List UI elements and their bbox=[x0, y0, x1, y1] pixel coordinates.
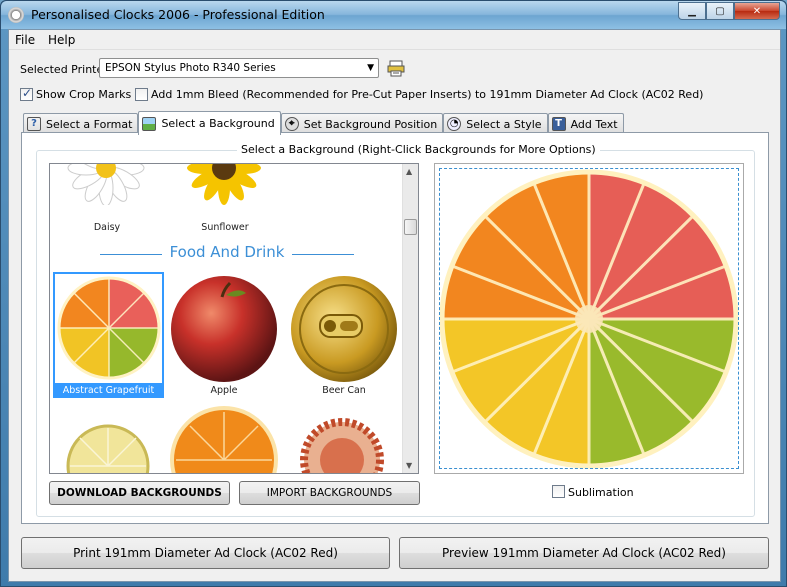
app-window: Personalised Clocks 2006 - Professional … bbox=[0, 0, 787, 587]
menu-bar: File Help bbox=[9, 30, 780, 50]
image-icon bbox=[142, 116, 157, 131]
import-backgrounds-button[interactable]: IMPORT BACKGROUNDS bbox=[239, 481, 420, 505]
tab-add-text[interactable]: T Add Text bbox=[547, 113, 624, 134]
crop-marks-checkbox[interactable] bbox=[20, 86, 33, 101]
orange-thumbnail[interactable] bbox=[170, 406, 278, 474]
bleed-label: Add 1mm Bleed (Recommended for Pre-Cut P… bbox=[151, 88, 704, 101]
tab-select-format[interactable]: ? Select a Format bbox=[23, 113, 139, 134]
printer-value: EPSON Stylus Photo R340 Series bbox=[105, 62, 276, 74]
apple-label: Apple bbox=[210, 385, 238, 396]
background-panel: Select a Background (Right-Click Backgro… bbox=[21, 132, 769, 524]
background-gallery[interactable]: Daisy Sunflower Food And Drink Abstract … bbox=[49, 163, 419, 474]
sunflower-label: Sunflower bbox=[201, 222, 249, 233]
tab-label: Set Background Position bbox=[303, 117, 438, 131]
tab-label: Select a Format bbox=[46, 117, 133, 131]
maximize-button[interactable]: ▢ bbox=[706, 2, 734, 20]
preview-clock-label: Preview 191mm Diameter Ad Clock (AC02 Re… bbox=[442, 546, 726, 560]
sublimation-label: Sublimation bbox=[568, 486, 634, 499]
preview-clock-button[interactable]: Preview 191mm Diameter Ad Clock (AC02 Re… bbox=[399, 537, 769, 569]
client-area: File Help Selected Printer EPSON Stylus … bbox=[8, 29, 781, 582]
sublimation-checkbox[interactable] bbox=[552, 485, 565, 498]
background-group: Select a Background (Right-Click Backgro… bbox=[36, 143, 755, 517]
daisy-label: Daisy bbox=[93, 222, 121, 233]
close-button[interactable]: ✕ bbox=[734, 2, 780, 20]
menu-file[interactable]: File bbox=[15, 33, 35, 47]
tab-set-background-position[interactable]: ⌖ Set Background Position bbox=[280, 113, 444, 134]
help-icon: ? bbox=[27, 117, 41, 131]
tab-strip: ? Select a Format Select a Background ⌖ … bbox=[23, 111, 624, 135]
download-backgrounds-button[interactable]: DOWNLOAD BACKGROUNDS bbox=[49, 481, 230, 505]
bleed-checkbox[interactable] bbox=[135, 88, 148, 101]
scroll-thumb[interactable] bbox=[404, 219, 417, 235]
daisy-thumbnail[interactable] bbox=[66, 163, 146, 205]
download-backgrounds-label: DOWNLOAD BACKGROUNDS bbox=[57, 487, 222, 499]
print-area-outline bbox=[439, 168, 739, 469]
tab-select-style[interactable]: ◔ Select a Style bbox=[443, 113, 548, 134]
apple-thumbnail[interactable] bbox=[170, 275, 278, 383]
printer-select[interactable]: EPSON Stylus Photo R340 Series ▼ bbox=[99, 58, 379, 78]
close-icon: ✕ bbox=[752, 5, 762, 17]
gallery-scrollbar[interactable]: ▲ ▼ bbox=[402, 164, 418, 473]
position-icon: ⌖ bbox=[284, 117, 299, 131]
printer-label: Selected Printer bbox=[20, 63, 108, 76]
category-title: Food And Drink bbox=[169, 243, 285, 261]
lemon-thumbnail[interactable] bbox=[64, 422, 152, 474]
title-bar[interactable]: Personalised Clocks 2006 - Professional … bbox=[1, 1, 786, 29]
beer-can-label: Beer Can bbox=[322, 385, 366, 396]
beer-can-thumbnail[interactable] bbox=[290, 275, 398, 383]
dropdown-arrow-icon: ▼ bbox=[367, 63, 374, 73]
import-backgrounds-label: IMPORT BACKGROUNDS bbox=[266, 487, 393, 499]
window-controls: ▁ ▢ ✕ bbox=[678, 2, 780, 20]
fruit-slice-thumbnail[interactable] bbox=[294, 412, 390, 474]
category-header: Food And Drink bbox=[100, 243, 354, 262]
print-clock-label: Print 191mm Diameter Ad Clock (AC02 Red) bbox=[73, 546, 338, 560]
tab-label: Select a Style bbox=[466, 117, 542, 131]
scroll-down-icon[interactable]: ▼ bbox=[406, 461, 412, 470]
maximize-icon: ▢ bbox=[715, 5, 725, 17]
minimize-icon: ▁ bbox=[688, 5, 696, 17]
crop-marks-label: Show Crop Marks bbox=[36, 88, 132, 101]
sunflower-thumbnail[interactable] bbox=[184, 163, 264, 205]
tab-select-background[interactable]: Select a Background bbox=[138, 111, 281, 135]
abstract-grapefruit-label: Abstract Grapefruit bbox=[53, 383, 164, 398]
window-title: Personalised Clocks 2006 - Professional … bbox=[31, 7, 325, 22]
background-preview bbox=[434, 163, 744, 474]
style-icon: ◔ bbox=[447, 117, 462, 131]
text-icon: T bbox=[551, 117, 566, 131]
group-title: Select a Background (Right-Click Backgro… bbox=[237, 143, 600, 156]
printer-settings-icon[interactable] bbox=[387, 59, 405, 77]
clock-app-icon bbox=[8, 7, 24, 23]
tab-label: Add Text bbox=[570, 117, 618, 131]
menu-help[interactable]: Help bbox=[48, 33, 75, 47]
scroll-up-icon[interactable]: ▲ bbox=[406, 167, 412, 176]
selection-highlight bbox=[53, 272, 164, 398]
tab-label: Select a Background bbox=[161, 117, 275, 130]
minimize-button[interactable]: ▁ bbox=[678, 2, 706, 20]
print-clock-button[interactable]: Print 191mm Diameter Ad Clock (AC02 Red) bbox=[21, 537, 390, 569]
